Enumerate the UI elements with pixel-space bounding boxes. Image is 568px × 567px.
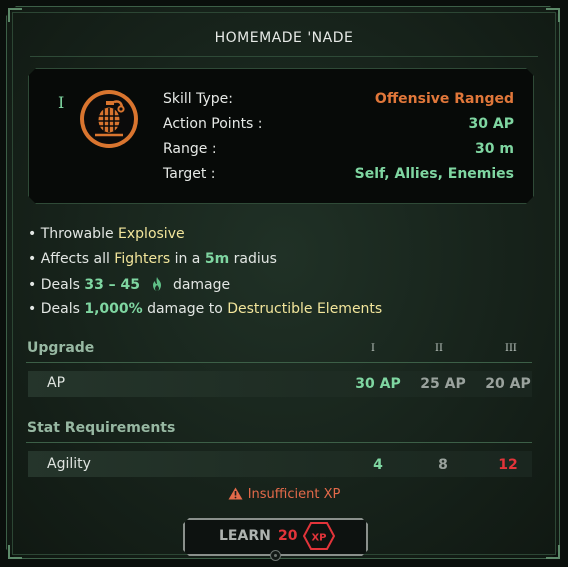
learn-cost: 20 [278,528,298,544]
button-knob-ornament [270,550,281,561]
upgrade-value-2: 25 AP [420,376,466,392]
upgrade-row-label: AP [47,375,66,391]
learn-button-label: LEARN [219,528,271,544]
warning-icon [228,487,243,500]
bullet: • [28,301,37,317]
upgrade-heading: Upgrade [27,340,95,356]
section-divider [26,362,532,363]
fire-icon [152,277,161,291]
bullet: • [28,226,37,242]
upgrade-level-3: III [505,343,517,354]
target-label: Target : [163,166,216,182]
warning-text: Insufficient XP [247,487,341,502]
keyword-explosive: Explosive [118,226,185,242]
stat-requirements-heading: Stat Requirements [27,420,176,436]
action-points-value: 30 AP [468,116,514,132]
corner-ornament [8,8,22,22]
insufficient-xp-warning: Insufficient XP [0,487,568,502]
description-text: damage [172,277,231,293]
xp-label: XP [311,533,326,544]
skill-title: HOMEMADE 'NADE [214,30,354,46]
range-value: 30 m [475,141,514,157]
description-text: Throwable [40,226,114,242]
description-line: • Affects all Fighters in a 5m radius [28,251,277,267]
requirement-value-3: 12 [498,457,518,473]
upgrade-level-2: II [435,343,443,354]
description-line: • Deals 33 – 45 damage [28,276,230,293]
description-line: • Deals 1,000% damage to Destructible El… [28,301,382,317]
skill-type-value: Offensive Ranged [374,91,514,107]
corner-ornament [8,545,22,559]
section-divider [26,442,532,443]
damage-range: 33 – 45 [84,277,141,293]
upgrade-level-1: I [371,343,375,354]
description-text: Deals [40,277,80,293]
requirement-row-label: Agility [47,456,91,472]
keyword-fighters: Fighters [114,251,171,267]
description-text: Deals [40,301,80,317]
requirement-value-1: 4 [373,457,383,473]
action-points-label: Action Points : [163,116,263,132]
description-text: in a [174,251,201,267]
skill-type-label: Skill Type: [163,91,233,107]
title-divider [30,56,538,57]
upgrade-value-3: 20 AP [485,376,531,392]
description-line: • Throwable Explosive [28,226,185,242]
upgrade-value-1: 30 AP [355,376,401,392]
bullet: • [28,251,37,267]
description-text: Affects all [40,251,110,267]
description-text: damage to [147,301,223,317]
corner-ornament [546,545,560,559]
bullet: • [28,277,37,293]
skill-tier-label: I [58,93,65,112]
target-value: Self, Allies, Enemies [354,166,514,182]
description-text: radius [233,251,277,267]
damage-percent: 1,000% [84,301,143,317]
corner-ornament [546,8,560,22]
requirement-value-2: 8 [438,457,448,473]
range-label: Range : [163,141,217,157]
keyword-destructible: Destructible Elements [227,301,383,317]
xp-badge-icon: XP [303,522,335,550]
grenade-icon [80,90,138,148]
radius-value: 5m [204,251,230,267]
